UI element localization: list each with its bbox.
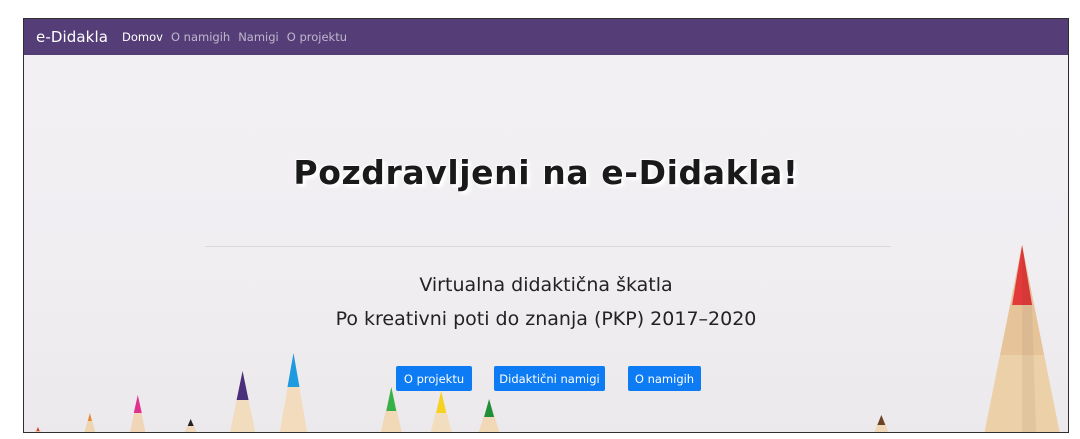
- hero-divider: [205, 246, 891, 247]
- nav-link-namigi[interactable]: Namigi: [238, 30, 279, 44]
- subtitle-line-1: Virtualna didaktična škatla: [419, 274, 673, 296]
- pencil-orange: [84, 413, 96, 432]
- nav-link-o-namigih[interactable]: O namigih: [171, 30, 230, 44]
- pencil-black: [184, 419, 197, 432]
- nav-link-o-projektu[interactable]: O projektu: [287, 30, 347, 44]
- navbar: e-Didakla Domov O namigih Namigi O proje…: [24, 19, 1068, 55]
- page-title: Pozdravljeni na e-Didakla!: [293, 153, 799, 192]
- o-projektu-button[interactable]: O projektu: [396, 366, 472, 391]
- pencil-purple: [230, 371, 256, 432]
- hero-section: Pozdravljeni na e-Didakla! Virtualna did…: [24, 55, 1068, 432]
- pencil-brown: [874, 415, 889, 432]
- pencil-yellow: [430, 391, 452, 432]
- o-namigih-button[interactable]: O namigih: [628, 366, 701, 391]
- brand-logo-link[interactable]: e-Didakla: [36, 28, 108, 46]
- nav-link-domov[interactable]: Domov: [122, 30, 163, 44]
- subtitle-line-2: Po kreativni poti do znanja (PKP) 2017–2…: [335, 308, 757, 330]
- didakticni-namigi-button[interactable]: Didaktični namigi: [494, 366, 605, 391]
- browser-viewport: e-Didakla Domov O namigih Namigi O proje…: [23, 18, 1069, 433]
- pencil-pink: [130, 395, 146, 432]
- pencil-blue: [279, 353, 308, 432]
- pencil-green-left: [380, 387, 402, 432]
- pencil-red-left: [35, 427, 41, 432]
- pencil-green-right: [478, 399, 500, 432]
